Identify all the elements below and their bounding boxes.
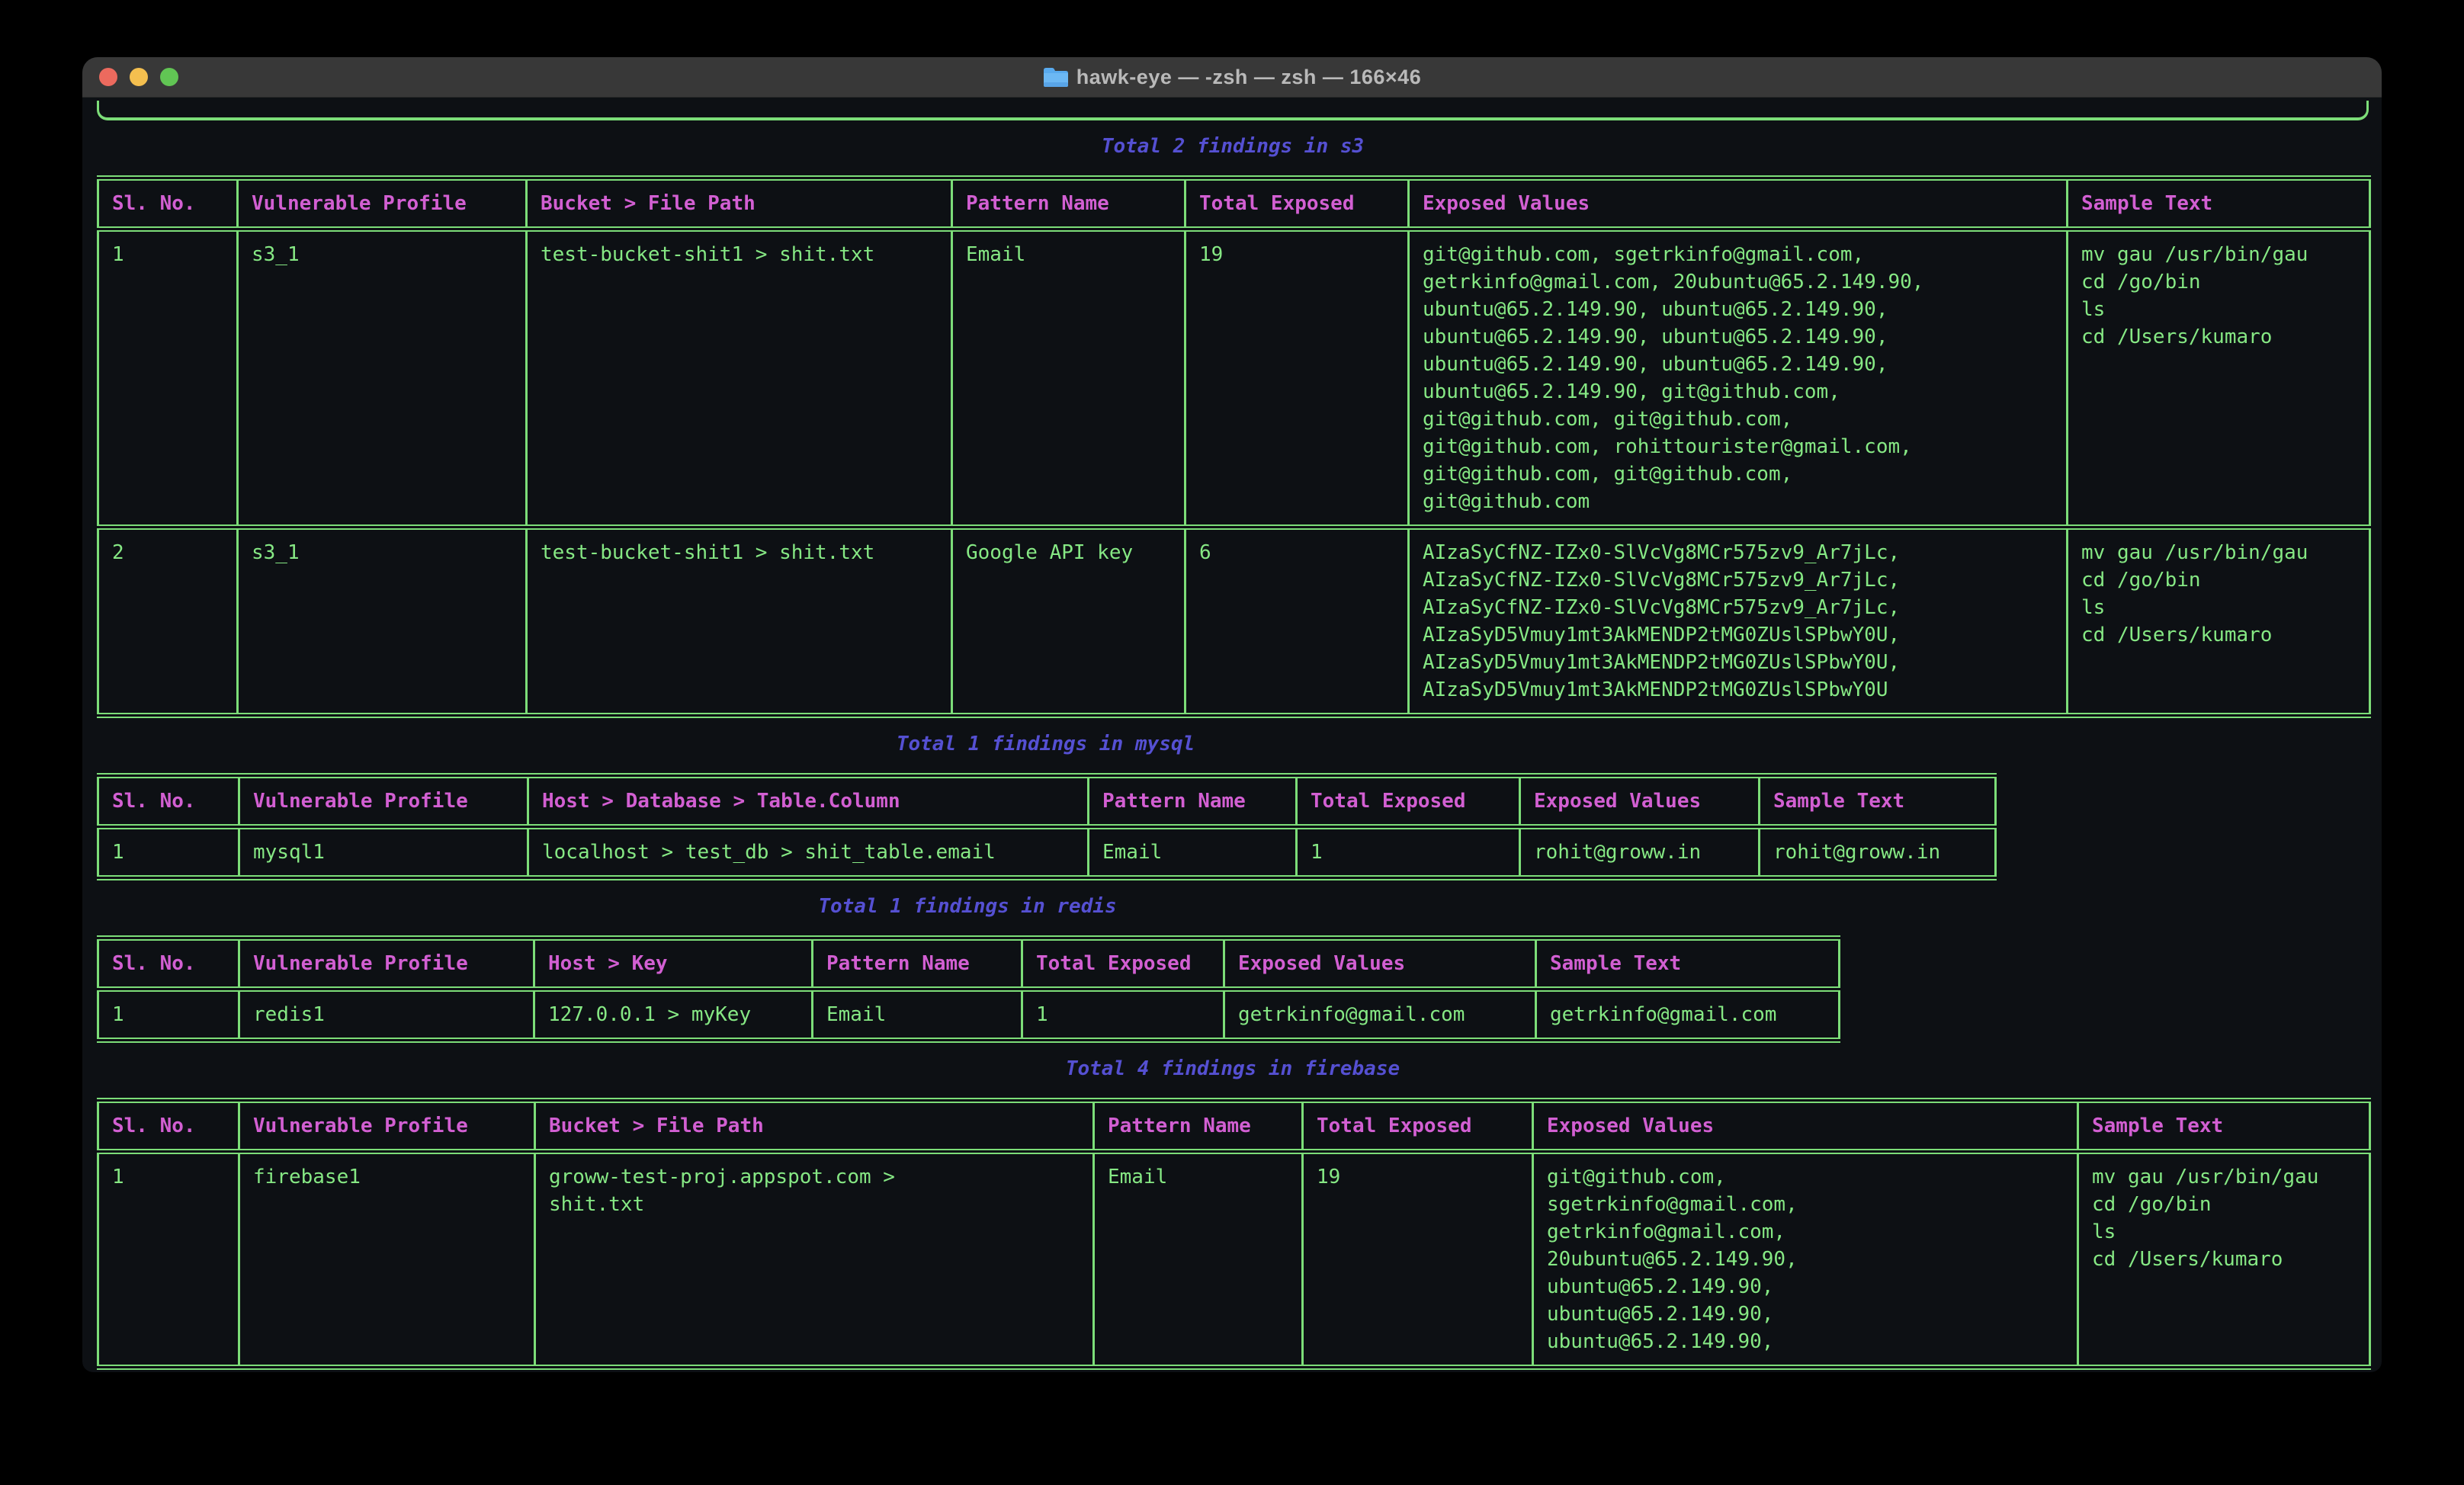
- column-header-pattern-name: Pattern Name: [1089, 776, 1297, 827]
- cell-total-exposed: 1: [1297, 827, 1520, 878]
- cell-sl-no: 1: [98, 229, 238, 528]
- cell-pattern-name: Google API key: [952, 528, 1185, 716]
- column-header-sl-no: Sl. No.: [98, 776, 239, 827]
- table-header-row: Sl. No. Vulnerable Profile Bucket > File…: [98, 1101, 2370, 1152]
- cell-host-key: 127.0.0.1 > myKey: [534, 989, 813, 1041]
- column-header-pattern-name: Pattern Name: [1094, 1101, 1303, 1152]
- cell-vulnerable-profile: firebase1: [239, 1152, 535, 1368]
- cell-sl-no: 2: [98, 528, 238, 716]
- cell-host-database-table-column: localhost > test_db > shit_table.email: [528, 827, 1089, 878]
- cell-vulnerable-profile: redis1: [239, 989, 534, 1041]
- redis-findings-title: Total 1 findings in redis: [97, 893, 1838, 920]
- column-header-total-exposed: Total Exposed: [1022, 938, 1224, 989]
- column-header-sl-no: Sl. No.: [98, 178, 238, 229]
- close-button[interactable]: [99, 68, 117, 86]
- table-row: 2 s3_1 test-bucket-shit1 > shit.txt Goog…: [98, 528, 2370, 716]
- column-header-exposed-values: Exposed Values: [1409, 178, 2068, 229]
- column-header-bucket-file-path: Bucket > File Path: [527, 178, 952, 229]
- table-header-row: Sl. No. Vulnerable Profile Host > Databa…: [98, 776, 1996, 827]
- cell-sample-text: rohit@groww.in: [1760, 827, 1996, 878]
- cell-total-exposed: 6: [1185, 528, 1409, 716]
- s3-findings-table: Sl. No. Vulnerable Profile Bucket > File…: [97, 175, 2371, 718]
- cell-exposed-values: git@github.com, sgetrkinfo@gmail.com, ge…: [1409, 229, 2068, 528]
- cell-vulnerable-profile: s3_1: [238, 528, 527, 716]
- cell-sample-text: getrkinfo@gmail.com: [1536, 989, 1840, 1041]
- column-header-total-exposed: Total Exposed: [1297, 776, 1520, 827]
- column-header-vulnerable-profile: Vulnerable Profile: [238, 178, 527, 229]
- cell-sample-text: mv gau /usr/bin/gau cd /go/bin ls cd /Us…: [2068, 229, 2370, 528]
- column-header-host-key: Host > Key: [534, 938, 813, 989]
- column-header-total-exposed: Total Exposed: [1303, 1101, 1533, 1152]
- window-controls: [99, 57, 178, 97]
- column-header-host-database-table-column: Host > Database > Table.Column: [528, 776, 1089, 827]
- cell-sample-text: mv gau /usr/bin/gau cd /go/bin ls cd /Us…: [2068, 528, 2370, 716]
- redis-findings-section: Total 1 findings in redis Sl. No. Vulner…: [97, 893, 1838, 1043]
- mysql-findings-table: Sl. No. Vulnerable Profile Host > Databa…: [97, 773, 1997, 880]
- column-header-exposed-values: Exposed Values: [1224, 938, 1536, 989]
- previous-panel-bottom-border: [97, 101, 2369, 120]
- table-row: 1 mysql1 localhost > test_db > shit_tabl…: [98, 827, 1996, 878]
- cell-bucket-file-path: test-bucket-shit1 > shit.txt: [527, 229, 952, 528]
- column-header-sample-text: Sample Text: [2068, 178, 2370, 229]
- titlebar[interactable]: hawk-eye — -zsh — zsh — 166×46: [82, 57, 2382, 98]
- cell-sl-no: 1: [98, 989, 239, 1041]
- terminal-screen[interactable]: Total 2 findings in s3 Sl. No. Vulnerabl…: [82, 98, 2382, 1372]
- minimize-button[interactable]: [130, 68, 148, 86]
- firebase-findings-title: Total 4 findings in firebase: [97, 1055, 2369, 1082]
- cell-pattern-name: Email: [813, 989, 1022, 1041]
- cell-total-exposed: 1: [1022, 989, 1224, 1041]
- column-header-sample-text: Sample Text: [2078, 1101, 2370, 1152]
- cell-total-exposed: 19: [1303, 1152, 1533, 1368]
- firebase-findings-table: Sl. No. Vulnerable Profile Bucket > File…: [97, 1098, 2371, 1370]
- table-row: 1 redis1 127.0.0.1 > myKey Email 1 getrk…: [98, 989, 1840, 1041]
- column-header-pattern-name: Pattern Name: [952, 178, 1185, 229]
- cell-total-exposed: 19: [1185, 229, 1409, 528]
- firebase-findings-section: Total 4 findings in firebase Sl. No. Vul…: [97, 1055, 2369, 1370]
- cell-vulnerable-profile: mysql1: [239, 827, 528, 878]
- window-title-text: hawk-eye — -zsh — zsh — 166×46: [1076, 66, 1421, 89]
- folder-icon: [1043, 66, 1069, 88]
- terminal-window: hawk-eye — -zsh — zsh — 166×46 Total 2 f…: [82, 57, 2382, 1372]
- column-header-exposed-values: Exposed Values: [1520, 776, 1760, 827]
- cell-bucket-file-path: test-bucket-shit1 > shit.txt: [527, 528, 952, 716]
- cell-sample-text: mv gau /usr/bin/gau cd /go/bin ls cd /Us…: [2078, 1152, 2370, 1368]
- redis-findings-table: Sl. No. Vulnerable Profile Host > Key Pa…: [97, 935, 1840, 1043]
- column-header-total-exposed: Total Exposed: [1185, 178, 1409, 229]
- cell-exposed-values: git@github.com, sgetrkinfo@gmail.com, ge…: [1533, 1152, 2078, 1368]
- column-header-pattern-name: Pattern Name: [813, 938, 1022, 989]
- mysql-findings-section: Total 1 findings in mysql Sl. No. Vulner…: [97, 730, 1994, 880]
- zoom-button[interactable]: [160, 68, 178, 86]
- table-row: 1 s3_1 test-bucket-shit1 > shit.txt Emai…: [98, 229, 2370, 528]
- cell-vulnerable-profile: s3_1: [238, 229, 527, 528]
- s3-findings-section: Total 2 findings in s3 Sl. No. Vulnerabl…: [97, 133, 2369, 718]
- table-row: 1 firebase1 groww-test-proj.appspot.com …: [98, 1152, 2370, 1368]
- cell-sl-no: 1: [98, 827, 239, 878]
- mysql-findings-title: Total 1 findings in mysql: [97, 730, 1994, 758]
- column-header-sample-text: Sample Text: [1760, 776, 1996, 827]
- cell-pattern-name: Email: [1089, 827, 1297, 878]
- cell-pattern-name: Email: [1094, 1152, 1303, 1368]
- column-header-sample-text: Sample Text: [1536, 938, 1840, 989]
- cell-sl-no: 1: [98, 1152, 239, 1368]
- column-header-vulnerable-profile: Vulnerable Profile: [239, 938, 534, 989]
- column-header-vulnerable-profile: Vulnerable Profile: [239, 1101, 535, 1152]
- cell-bucket-file-path: groww-test-proj.appspot.com > shit.txt: [535, 1152, 1094, 1368]
- cell-exposed-values: AIzaSyCfNZ-IZx0-SlVcVg8MCr575zv9_Ar7jLc,…: [1409, 528, 2068, 716]
- table-header-row: Sl. No. Vulnerable Profile Host > Key Pa…: [98, 938, 1840, 989]
- column-header-sl-no: Sl. No.: [98, 1101, 239, 1152]
- column-header-exposed-values: Exposed Values: [1533, 1101, 2078, 1152]
- column-header-vulnerable-profile: Vulnerable Profile: [239, 776, 528, 827]
- cell-pattern-name: Email: [952, 229, 1185, 528]
- cell-exposed-values: getrkinfo@gmail.com: [1224, 989, 1536, 1041]
- table-header-row: Sl. No. Vulnerable Profile Bucket > File…: [98, 178, 2370, 229]
- window-title: hawk-eye — -zsh — zsh — 166×46: [1043, 66, 1421, 89]
- column-header-sl-no: Sl. No.: [98, 938, 239, 989]
- column-header-bucket-file-path: Bucket > File Path: [535, 1101, 1094, 1152]
- cell-exposed-values: rohit@groww.in: [1520, 827, 1760, 878]
- s3-findings-title: Total 2 findings in s3: [97, 133, 2369, 160]
